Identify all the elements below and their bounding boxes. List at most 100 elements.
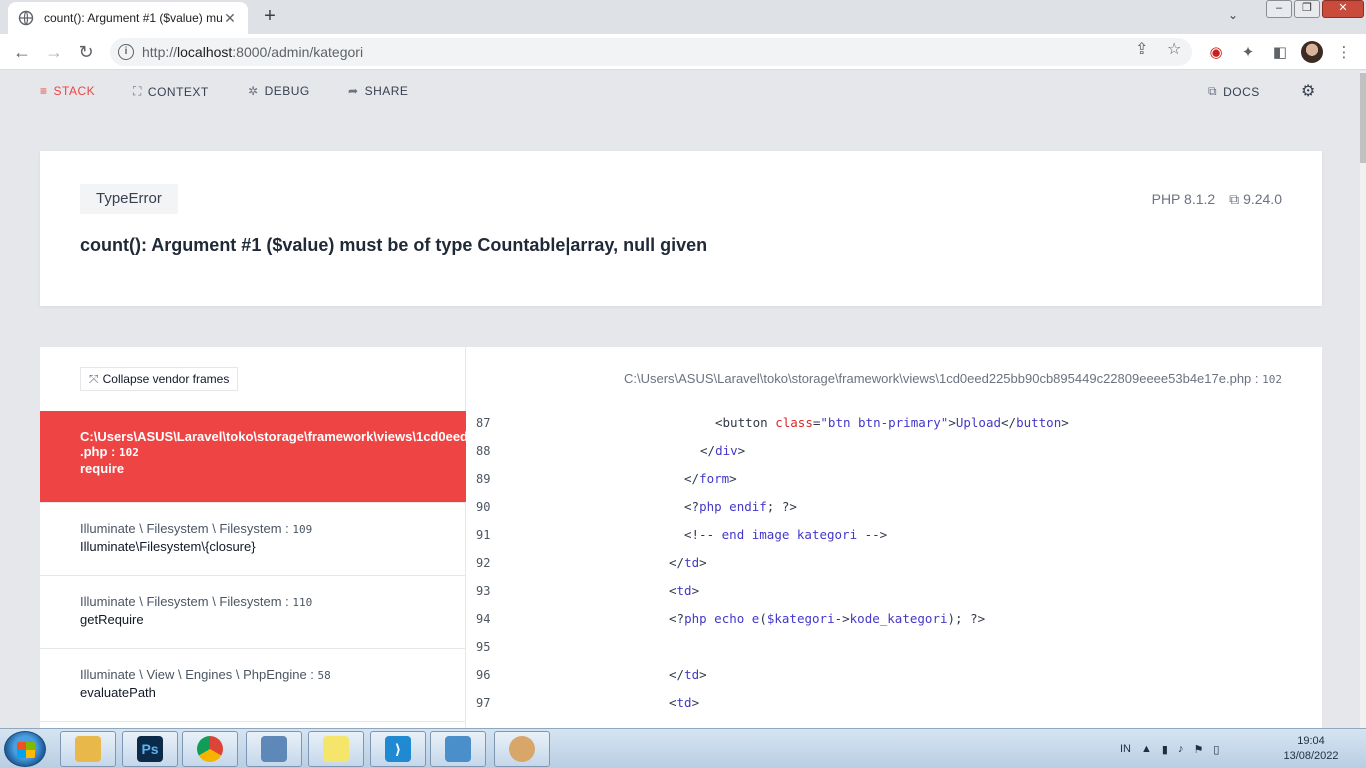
taskbar-paint[interactable] — [494, 731, 550, 767]
frame-file: C:\Users\ASUS\Laravel\toko\storage\frame… — [80, 429, 466, 444]
code-line[interactable]: 89 </form> — [467, 465, 1322, 493]
frame-file-ext: .php — [80, 444, 108, 459]
stack-frame[interactable]: Illuminate \ Filesystem \ Filesystem : 1… — [40, 503, 466, 576]
forward-arrow-icon[interactable]: → — [42, 40, 66, 64]
code-file-path[interactable]: C:\Users\ASUS\Laravel\toko\storage\frame… — [624, 371, 1282, 386]
taskbar-network[interactable] — [246, 731, 302, 767]
extensions-puzzle-icon[interactable]: ✦ — [1238, 43, 1258, 63]
reload-icon[interactable]: ↻ — [74, 40, 98, 64]
browser-tab-strip: count(): Argument #1 ($value) must be of… — [0, 0, 1366, 34]
vscode-icon: ⟩ — [385, 736, 411, 762]
taskbar-photo-viewer[interactable] — [430, 731, 486, 767]
computer-icon — [261, 736, 287, 762]
taskbar-explorer[interactable] — [60, 731, 116, 767]
clock-date: 13/08/2022 — [1283, 750, 1339, 762]
browser-toolbar: ← → ↻ i http://localhost:8000/admin/kate… — [0, 34, 1366, 70]
stack-frame[interactable]: Illuminate \ Filesystem \ Filesystem : 1… — [40, 576, 466, 649]
browser-tab[interactable]: count(): Argument #1 ($value) must be of… — [8, 2, 248, 34]
side-panel-icon[interactable]: ◧ — [1270, 43, 1290, 63]
taskbar-photoshop[interactable]: Ps — [122, 731, 178, 767]
nav-debug[interactable]: ✲ DEBUG — [248, 84, 310, 98]
code-snippet-pane: C:\Users\ASUS\Laravel\toko\storage\frame… — [467, 347, 1322, 728]
action-center-icon[interactable]: ⚑ — [1193, 743, 1203, 756]
folder-icon — [75, 736, 101, 762]
code-line[interactable]: 96 </td> — [467, 661, 1322, 689]
code-line[interactable]: 95 — [467, 633, 1322, 661]
photo-viewer-icon — [445, 736, 471, 762]
code-line[interactable]: 94 <?php echo e($kategori->kode_kategori)… — [467, 605, 1322, 633]
stack-list-icon: ≡ — [40, 84, 48, 98]
frame-line: 109 — [292, 523, 313, 536]
url-host: localhost — [177, 44, 233, 60]
laravel-version: ⧉ 9.24.0 — [1229, 191, 1282, 207]
frame-file: Illuminate \ View \ Engines \ PhpEngine — [80, 667, 307, 682]
url-path: :8000/admin/kategori — [232, 44, 364, 60]
back-arrow-icon[interactable]: ← — [10, 40, 34, 64]
taskbar-sticky-notes[interactable] — [308, 731, 364, 767]
expand-corners-icon: ⛶ — [133, 84, 142, 98]
network-signal-icon[interactable]: ▮ — [1162, 743, 1168, 756]
frame-file: Illuminate \ Filesystem \ Filesystem — [80, 594, 282, 609]
eye-extension-icon[interactable]: ◉ — [1206, 43, 1226, 63]
tab-search-chevron-icon[interactable]: ⌄ — [1228, 8, 1238, 22]
version-info: PHP 8.1.2 ⧉ 9.24.0 — [1152, 191, 1282, 208]
nav-docs[interactable]: ⧉ DOCS — [1208, 84, 1260, 99]
code-line[interactable]: 92 </td> — [467, 549, 1322, 577]
nav-stack[interactable]: ≡ STACK — [40, 84, 95, 98]
nav-share[interactable]: ➦ SHARE — [348, 84, 408, 98]
code-line[interactable]: 90 <?php endif; ?> — [467, 493, 1322, 521]
taskbar-vscode[interactable]: ⟩ — [370, 731, 426, 767]
battery-icon[interactable]: ▯ — [1213, 743, 1219, 756]
code-line[interactable]: 97 <td> — [467, 689, 1322, 717]
minimize-button[interactable]: – — [1266, 0, 1292, 18]
error-summary-card: TypeError PHP 8.1.2 ⧉ 9.24.0 count(): Ar… — [40, 151, 1322, 306]
photoshop-icon: Ps — [137, 736, 163, 762]
start-button[interactable] — [4, 731, 46, 767]
stack-frame[interactable]: Illuminate \ View \ Engines \ PhpEngine … — [40, 649, 466, 722]
system-tray: IN ▲ ▮ ♪ ⚑ ▯ — [1120, 729, 1229, 768]
laravel-logo-icon: ⧉ — [1229, 191, 1244, 207]
code-line[interactable]: 87 <button class="btn btn-primary">Upload… — [467, 409, 1322, 437]
share-arrow-icon: ➦ — [348, 84, 359, 98]
stack-frames-list: ⤧ Collapse vendor frames C:\Users\ASUS\La… — [40, 347, 466, 728]
nav-context[interactable]: ⛶ CONTEXT — [133, 84, 209, 99]
frame-method: Illuminate\Filesystem\{closure} — [80, 539, 256, 554]
share-page-icon[interactable]: ⇪ — [1135, 39, 1148, 59]
collapse-vendor-frames-button[interactable]: ⤧ Collapse vendor frames — [80, 367, 239, 391]
maximize-button[interactable]: ❐ — [1294, 0, 1320, 18]
frame-line: 58 — [317, 669, 331, 682]
address-bar[interactable]: i http://localhost:8000/admin/kategori — [110, 38, 1192, 66]
laravel-logo-icon: ⧉ — [1208, 84, 1218, 98]
new-tab-button[interactable]: + — [258, 6, 282, 28]
tab-close-icon[interactable]: ✕ — [222, 10, 238, 27]
code-lines: 87 <button class="btn btn-primary">Upload… — [467, 409, 1322, 717]
frame-method: getRequire — [80, 612, 144, 627]
collapse-icon: ⤧ — [89, 372, 99, 386]
code-line[interactable]: 91 <!-- end image kategori --> — [467, 521, 1322, 549]
show-hidden-icons[interactable]: ▲ — [1141, 743, 1152, 755]
taskbar-clock[interactable]: 19:04 13/08/2022 — [1280, 734, 1342, 764]
site-info-icon[interactable]: i — [118, 44, 134, 60]
volume-icon[interactable]: ♪ — [1178, 743, 1184, 755]
error-message: count(): Argument #1 ($value) must be of… — [80, 235, 708, 255]
bookmark-star-icon[interactable]: ☆ — [1167, 39, 1181, 59]
ignition-navbar: ≡ STACK ⛶ CONTEXT ✲ DEBUG ➦ SHARE ⧉ DOCS ⚙ — [0, 71, 1360, 111]
code-line[interactable]: 88 </div> — [467, 437, 1322, 465]
globe-icon — [18, 10, 34, 26]
settings-gear-icon[interactable]: ⚙ — [1301, 81, 1316, 101]
language-indicator[interactable]: IN — [1120, 743, 1131, 755]
profile-avatar[interactable] — [1301, 41, 1323, 63]
window-controls: – ❐ ✕ — [1264, 0, 1364, 18]
url-scheme: http:// — [142, 44, 178, 60]
page-scrollbar[interactable] — [1360, 71, 1366, 728]
clock-time: 19:04 — [1297, 735, 1325, 747]
stack-frame[interactable]: C:\Users\ASUS\Laravel\toko\storage\frame… — [40, 411, 466, 503]
scrollbar-thumb[interactable] — [1360, 73, 1366, 163]
close-window-button[interactable]: ✕ — [1322, 0, 1364, 18]
ignition-error-page: ≡ STACK ⛶ CONTEXT ✲ DEBUG ➦ SHARE ⧉ DOCS ⚙ Ty… — [0, 71, 1360, 728]
frame-line: 102 — [119, 446, 139, 459]
taskbar-chrome[interactable] — [182, 731, 238, 767]
menu-kebab-icon[interactable]: ⋮ — [1334, 43, 1354, 63]
code-line[interactable]: 93 <td> — [467, 577, 1322, 605]
php-version: PHP 8.1.2 — [1151, 191, 1216, 207]
